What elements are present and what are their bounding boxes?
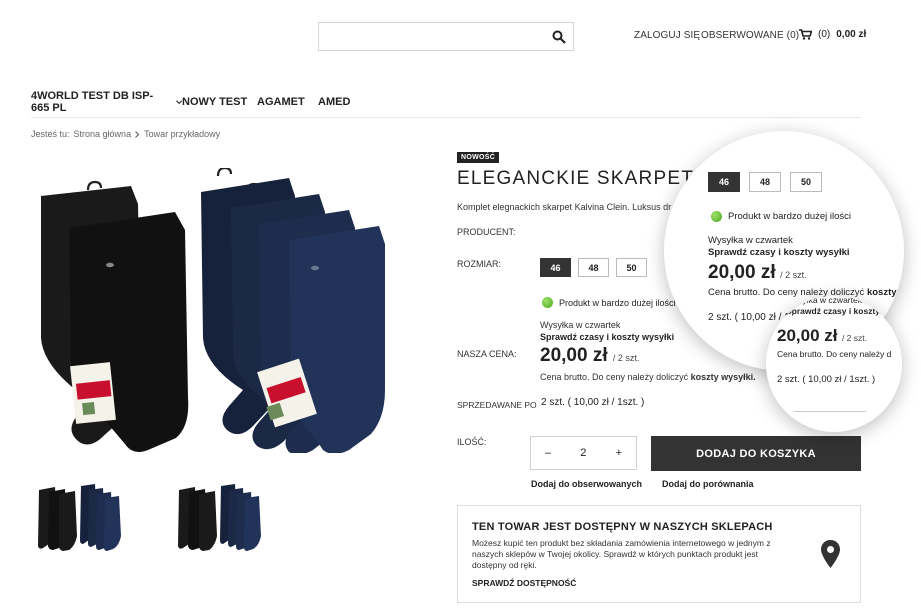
store-box-text: Możesz kupić ten produkt bez składania z…: [472, 538, 771, 570]
thumbnail-list: [35, 480, 265, 552]
product-thumbnail[interactable]: [175, 480, 265, 552]
magnified-sold-value: 2 szt. ( 10,00 zł / 1szt. ): [777, 374, 876, 385]
shipping-link[interactable]: Sprawdź czasy i koszty wysyłki: [540, 332, 674, 342]
map-pin-icon: [821, 540, 840, 568]
magnified-stock-status: Produkt w bardzo dużej ilości: [711, 211, 851, 222]
size-option-46[interactable]: 46: [708, 172, 740, 192]
producer-label: PRODUCENT:: [457, 227, 516, 237]
nav-item-4world[interactable]: 4WORLD TEST DB ISP-665 PL: [31, 90, 182, 114]
size-option-46[interactable]: 46: [540, 258, 571, 277]
new-badge: NOWOŚĆ: [457, 152, 500, 163]
sold-label: SPRZEDAWANE PO: [457, 400, 537, 410]
divider: [794, 411, 866, 412]
quantity-increase-button[interactable]: +: [616, 447, 622, 459]
magnified-shipping-info: Wysyłka w czwartek: [708, 235, 793, 246]
nav-item-label: 4WORLD TEST DB ISP-665 PL: [31, 90, 154, 114]
price-unit: / 2 szt.: [780, 270, 807, 280]
main-nav: 4WORLD TEST DB ISP-665 PL NOWY TEST AGAM…: [31, 90, 350, 114]
divider: [31, 117, 861, 118]
product-price: 20,00 zł / 2 szt.: [540, 345, 639, 367]
size-option-50[interactable]: 50: [790, 172, 822, 192]
breadcrumb-home[interactable]: Strona główna: [74, 129, 132, 139]
nav-item-nowy-test[interactable]: NOWY TEST: [182, 90, 257, 114]
magnified-shipping-link[interactable]: Sprawdź czasy i koszty wysyłki: [786, 306, 902, 316]
size-option-48[interactable]: 48: [578, 258, 609, 277]
nav-item-label: AGAMET: [257, 96, 305, 108]
product-thumbnail[interactable]: [35, 480, 125, 552]
add-to-compare-link[interactable]: Dodaj do porównania: [662, 479, 754, 489]
quantity-decrease-button[interactable]: –: [545, 447, 551, 459]
search-input[interactable]: [318, 22, 574, 51]
product-main-image[interactable]: [33, 168, 421, 453]
size-selector: 46 48 50: [540, 258, 647, 277]
nav-item-label: NOWY TEST: [182, 96, 248, 108]
magnified-price: 20,00 zł / 2 szt.: [777, 326, 867, 346]
add-to-cart-button[interactable]: DODAJ DO KOSZYKA: [651, 436, 861, 471]
price-value: 20,00 zł: [708, 262, 776, 283]
quantity-value[interactable]: 2: [580, 447, 586, 459]
quantity-label: ILOŚĆ:: [457, 437, 487, 447]
price-label: NASZA CENA:: [457, 349, 517, 359]
magnified-price-note: Cena brutto. Do ceny należy d: [777, 349, 892, 359]
breadcrumb-prefix: Jesteś tu:: [31, 129, 70, 139]
magnified-size-selector: 46 48 50: [708, 172, 822, 192]
nav-item-amed[interactable]: AMED: [318, 90, 350, 114]
nav-item-label: AMED: [318, 96, 351, 108]
size-option-48[interactable]: 48: [749, 172, 781, 192]
size-option-50[interactable]: 50: [616, 258, 647, 277]
cart-count: (0): [818, 29, 831, 40]
store-box-title: TEN TOWAR JEST DOSTĘPNY W NASZYCH SKLEPA…: [472, 521, 773, 533]
nav-item-agamet[interactable]: AGAMET: [257, 90, 318, 114]
stock-text: Produkt w bardzo dużej ilości: [559, 297, 676, 308]
product-description: Komplet elegnackich skarpet Kalvina Clei…: [457, 202, 672, 212]
stock-dot-icon: [542, 297, 553, 308]
cart-total: 0,00 zł: [836, 29, 867, 40]
price-note: Cena brutto. Do ceny należy doliczyć kos…: [540, 372, 756, 382]
cart-icon: [799, 29, 812, 40]
shipping-cost-link[interactable]: koszty wysyłki.: [691, 372, 756, 382]
magnified-price: 20,00 zł / 2 szt.: [708, 262, 807, 284]
size-label: ROZMIAR:: [457, 259, 501, 269]
store-availability-box: TEN TOWAR JEST DOSTĘPNY W NASZYCH SKLEPA…: [457, 505, 861, 603]
chevron-right-icon: [135, 130, 140, 138]
check-availability-link[interactable]: SPRAWDŹ DOSTĘPNOŚĆ: [472, 578, 576, 588]
stock-dot-icon: [711, 211, 722, 222]
price-value: 20,00 zł: [540, 345, 608, 366]
price-note-text: Cena brutto. Do ceny należy doliczyć: [540, 372, 689, 382]
magnified-shipping-link[interactable]: Sprawdź czasy i koszty wysyłki: [708, 247, 850, 258]
stock-status: Produkt w bardzo dużej ilości: [542, 297, 676, 308]
search-icon[interactable]: [552, 30, 566, 44]
price-unit: / 2 szt.: [841, 333, 867, 343]
shipping-info: Wysyłka w czwartek: [540, 320, 621, 330]
login-link[interactable]: ZALOGUJ SIĘ: [634, 30, 700, 41]
breadcrumb: Jesteś tu: Strona główna Towar przykłado…: [31, 129, 220, 139]
quantity-stepper[interactable]: – 2 +: [530, 436, 637, 470]
breadcrumb-current[interactable]: Towar przykładowy: [144, 129, 220, 139]
add-to-watchlist-link[interactable]: Dodaj do obserwowanych: [531, 479, 642, 489]
price-value: 20,00 zł: [777, 326, 838, 345]
magnified-shipping-info: Wysyłka w czwartek: [786, 296, 862, 305]
price-unit: / 2 szt.: [612, 353, 640, 363]
magnifier-small: Wysyłka w czwartek Sprawdź czasy i koszt…: [766, 296, 902, 432]
sold-value: 2 szt. ( 10,00 zł / 1szt. ): [541, 397, 645, 408]
cart-link[interactable]: (0) 0,00 zł: [799, 29, 866, 40]
shipping-cost-link[interactable]: koszty wysyłki.: [867, 287, 904, 298]
stock-text: Produkt w bardzo dużej ilości: [728, 211, 852, 222]
watchlist-link[interactable]: OBSERWOWANE (0): [701, 30, 799, 41]
